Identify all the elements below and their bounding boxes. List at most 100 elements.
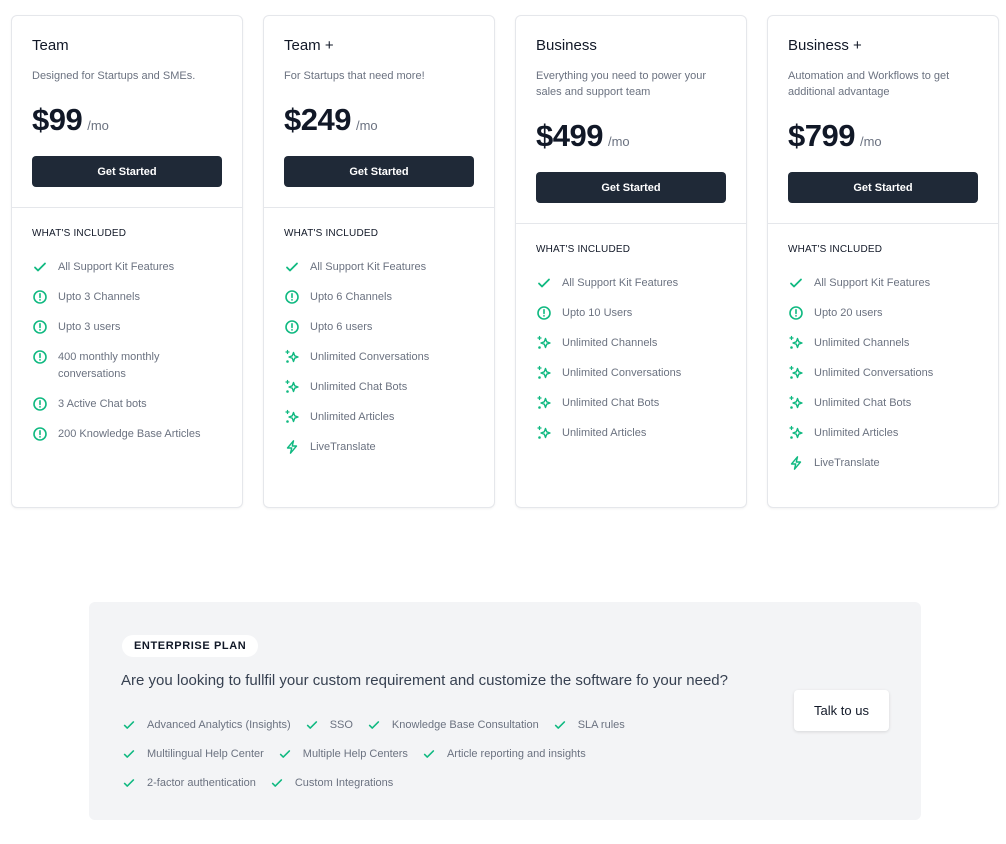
feature-item: Upto 10 Users <box>536 305 726 322</box>
card-features: WHAT'S INCLUDED All Support Kit Features… <box>12 208 242 476</box>
feature-list: All Support Kit Features Upto 3 Channels… <box>32 259 222 443</box>
talk-to-us-button[interactable]: Talk to us <box>794 690 889 731</box>
enterprise-feature-text: Multilingual Help Center <box>147 747 264 760</box>
feature-text: Unlimited Conversations <box>310 351 430 363</box>
pricing-card: Business + Automation and Workflows to g… <box>767 15 999 508</box>
whats-included-heading: WHAT'S INCLUDED <box>788 244 883 255</box>
feature-item: LiveTranslate <box>284 439 474 456</box>
plan-name: Business + <box>788 37 862 54</box>
plan-name: Team + <box>284 37 334 54</box>
enterprise-feature-text: SSO <box>329 718 353 731</box>
alert-circle-icon <box>32 426 48 442</box>
feature-item: Unlimited Conversations <box>788 365 978 382</box>
enterprise-feature-text: Multiple Help Centers <box>302 747 408 760</box>
feature-text: Upto 3 Channels <box>58 291 140 303</box>
feature-text: 3 Active Chat bots <box>58 398 147 410</box>
price-period: /mo <box>355 118 378 133</box>
feature-text: Unlimited Articles <box>310 411 395 423</box>
alert-circle-icon <box>284 319 300 335</box>
feature-item: All Support Kit Features <box>284 259 474 276</box>
feature-text: Upto 6 Channels <box>310 291 392 303</box>
feature-text: All Support Kit Features <box>58 261 175 273</box>
get-started-button[interactable]: Get Started <box>284 156 474 187</box>
feature-item: Unlimited Conversations <box>284 349 474 366</box>
feature-text: All Support Kit Features <box>310 261 427 273</box>
card-features: WHAT'S INCLUDED All Support Kit Features… <box>516 224 746 475</box>
lightning-icon <box>788 455 804 471</box>
whats-included-heading: WHAT'S INCLUDED <box>536 244 631 255</box>
enterprise-feature-text: Custom Integrations <box>294 776 394 789</box>
get-started-button[interactable]: Get Started <box>536 172 726 203</box>
enterprise-feature: SLA rules <box>553 718 625 732</box>
sparkles-icon <box>536 365 552 381</box>
feature-item: 3 Active Chat bots <box>32 396 222 413</box>
enterprise-feature-text: Knowledge Base Consultation <box>391 718 539 731</box>
enterprise-feature-text: Advanced Analytics (Insights) <box>147 718 291 731</box>
card-header: Business + Automation and Workflows to g… <box>768 16 998 224</box>
sparkles-icon <box>536 425 552 441</box>
check-icon <box>278 747 292 761</box>
check-icon <box>270 776 284 790</box>
plan-price: $799 <box>788 118 855 153</box>
sparkles-icon <box>788 395 804 411</box>
feature-item: Unlimited Channels <box>536 335 726 352</box>
check-icon <box>553 718 567 732</box>
whats-included-heading: WHAT'S INCLUDED <box>32 228 127 239</box>
get-started-button[interactable]: Get Started <box>32 156 222 187</box>
feature-text: LiveTranslate <box>814 457 880 469</box>
feature-text: Unlimited Channels <box>814 337 910 349</box>
sparkles-icon <box>536 395 552 411</box>
enterprise-feature-text: 2-factor authentication <box>147 776 256 789</box>
feature-item: Unlimited Chat Bots <box>536 395 726 412</box>
feature-text: All Support Kit Features <box>562 277 679 289</box>
plan-price: $499 <box>536 118 603 153</box>
feature-item: Upto 3 users <box>32 319 222 336</box>
sparkles-icon <box>788 365 804 381</box>
check-icon <box>32 259 48 275</box>
plan-name: Business <box>536 37 597 54</box>
price-row: $799 /mo <box>788 118 978 154</box>
card-header: Business Everything you need to power yo… <box>516 16 746 224</box>
feature-list: All Support Kit Features Upto 20 users U… <box>788 275 978 472</box>
enterprise-feature: Custom Integrations <box>270 776 393 790</box>
enterprise-feature: SSO <box>305 718 353 732</box>
alert-circle-icon <box>32 289 48 305</box>
feature-text: 400 monthly monthly conversations <box>58 351 160 380</box>
get-started-button[interactable]: Get Started <box>788 172 978 203</box>
check-icon <box>122 776 136 790</box>
enterprise-feature-row: Advanced Analytics (Insights) SSO Knowle… <box>122 710 682 739</box>
price-row: $99 /mo <box>32 102 222 138</box>
price-row: $249 /mo <box>284 102 474 138</box>
feature-text: Unlimited Chat Bots <box>562 397 660 409</box>
whats-included-heading: WHAT'S INCLUDED <box>284 228 379 239</box>
alert-circle-icon <box>536 305 552 321</box>
sparkles-icon <box>284 379 300 395</box>
feature-item: Upto 20 users <box>788 305 978 322</box>
feature-item: Unlimited Chat Bots <box>284 379 474 396</box>
plan-price: $249 <box>284 102 351 137</box>
feature-text: Unlimited Conversations <box>562 367 682 379</box>
enterprise-feature: Article reporting and insights <box>422 747 586 761</box>
feature-item: All Support Kit Features <box>536 275 726 292</box>
check-icon <box>536 275 552 291</box>
feature-item: Upto 3 Channels <box>32 289 222 306</box>
card-features: WHAT'S INCLUDED All Support Kit Features… <box>768 224 998 505</box>
feature-list: All Support Kit Features Upto 10 Users U… <box>536 275 726 442</box>
feature-text: Upto 20 users <box>814 307 883 319</box>
lightning-icon <box>284 439 300 455</box>
pricing-card: Team Designed for Startups and SMEs. $99… <box>11 15 243 508</box>
feature-item: Unlimited Articles <box>284 409 474 426</box>
feature-text: Unlimited Chat Bots <box>310 381 408 393</box>
feature-item: Unlimited Conversations <box>536 365 726 382</box>
feature-item: All Support Kit Features <box>32 259 222 276</box>
feature-item: Upto 6 Channels <box>284 289 474 306</box>
feature-item: 200 Knowledge Base Articles <box>32 426 222 443</box>
enterprise-badge: ENTERPRISE PLAN <box>122 635 259 657</box>
feature-text: Upto 10 Users <box>562 307 633 319</box>
price-period: /mo <box>859 134 882 149</box>
alert-circle-icon <box>284 289 300 305</box>
feature-item: 400 monthly monthly conversations <box>32 349 222 383</box>
plan-description: For Startups that need more! <box>284 70 425 82</box>
enterprise-feature: Advanced Analytics (Insights) <box>122 718 291 732</box>
feature-text: 200 Knowledge Base Articles <box>58 428 201 440</box>
